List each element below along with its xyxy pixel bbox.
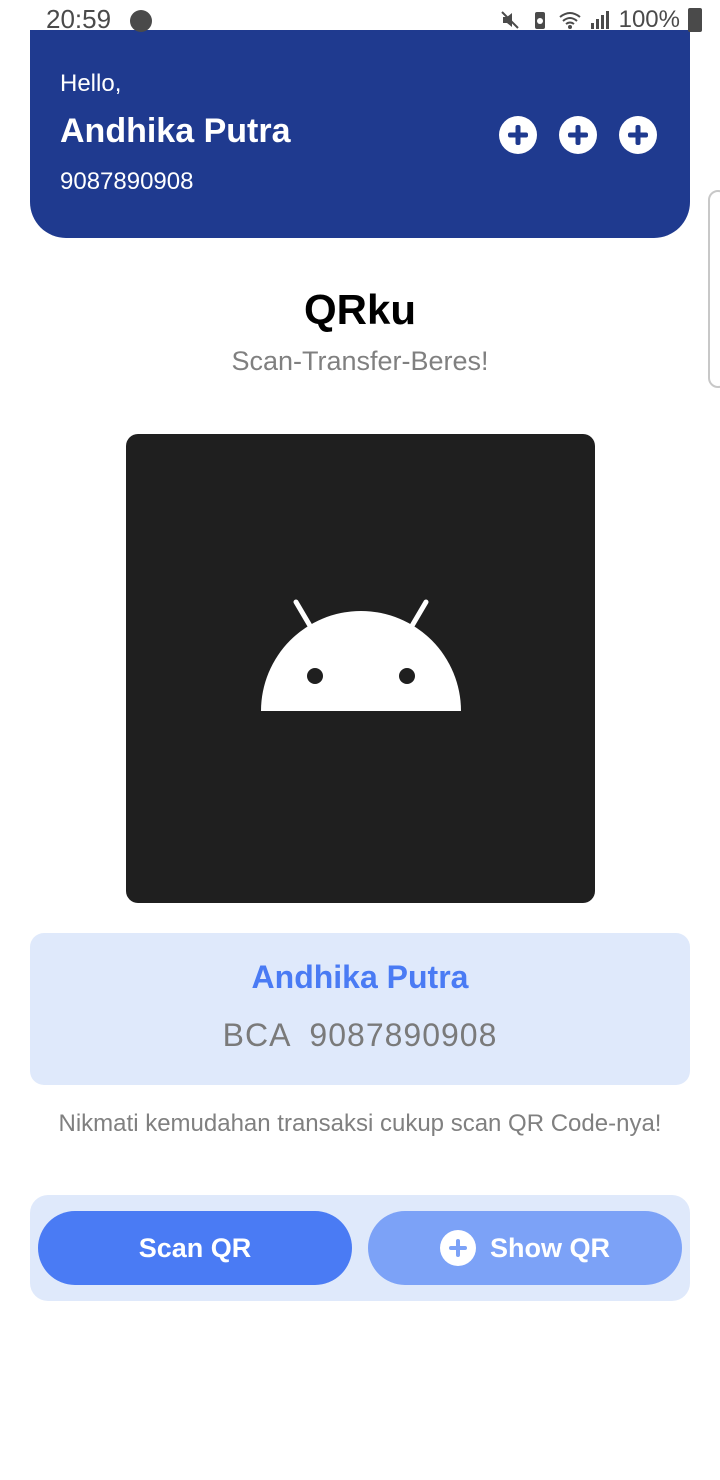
battery-percent: 100% [618, 6, 680, 33]
account-name: Andhika Putra [251, 959, 469, 995]
add-icon [440, 1230, 476, 1266]
app-tagline: Scan-Transfer-Beres! [231, 346, 489, 376]
android-icon [261, 599, 461, 711]
battery-icon [688, 8, 702, 32]
check-circle-icon [130, 10, 152, 32]
show-qr-button[interactable]: Show QR [368, 1211, 682, 1285]
show-qr-label: Show QR [490, 1232, 610, 1263]
battery-saver-icon [534, 12, 545, 29]
account-card: Andhika Putra BCA 9087890908 [30, 933, 690, 1085]
status-bar: 20:59 100% [0, 0, 720, 40]
add-icon[interactable] [499, 116, 537, 154]
header-actions [499, 116, 657, 154]
hint-text: Nikmati kemudahan transaksi cukup scan Q… [58, 1110, 662, 1137]
wifi-icon [558, 12, 581, 29]
user-phone: 9087890908 [60, 168, 194, 195]
qr-code-image [126, 434, 595, 903]
add-icon[interactable] [559, 116, 597, 154]
app-screen: 20:59 100% Hello, Andhika Putra 90878909… [0, 0, 720, 1480]
scan-qr-button[interactable]: Scan QR [38, 1211, 352, 1285]
user-name: Andhika Putra [60, 112, 291, 150]
status-time: 20:59 [46, 4, 112, 34]
app-title: QRku [303, 286, 416, 333]
mute-icon [500, 11, 519, 29]
profile-header: Hello, Andhika Putra 9087890908 [30, 30, 690, 238]
add-icon[interactable] [619, 116, 657, 154]
status-icons: 100% [499, 6, 702, 34]
scan-qr-label: Scan QR [138, 1232, 252, 1263]
account-bank-info: BCA 9087890908 [222, 1017, 498, 1053]
greeting-text: Hello, [60, 70, 122, 97]
signal-icon [590, 11, 609, 29]
action-bar: Scan QR Show QR [30, 1195, 690, 1301]
